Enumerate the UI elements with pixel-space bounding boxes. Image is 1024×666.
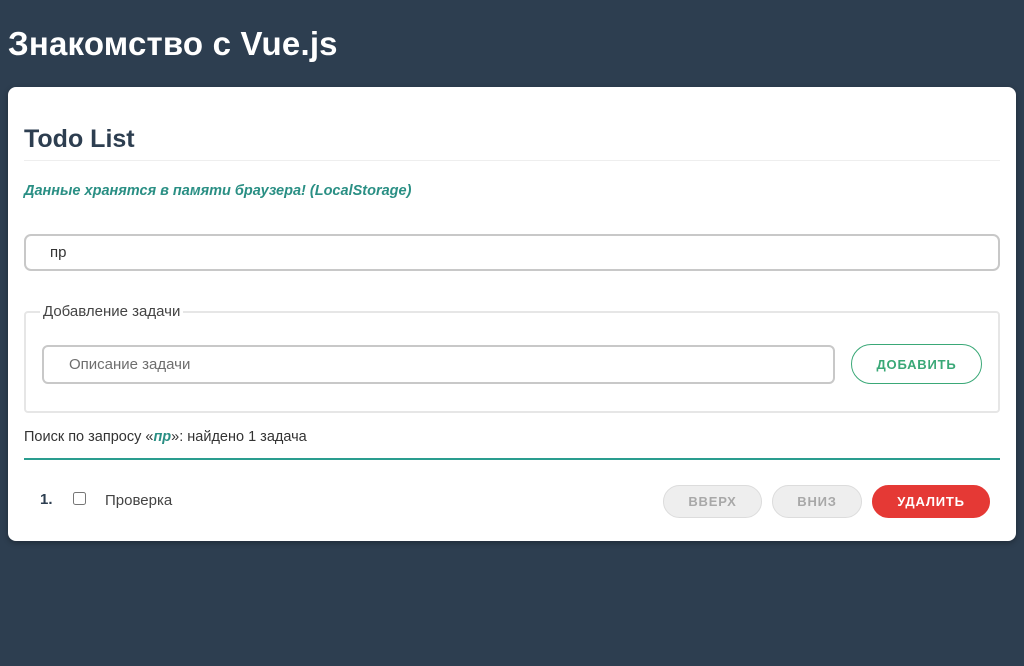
- add-task-button[interactable]: ДОБАВИТЬ: [851, 344, 982, 384]
- page-title: Знакомство с Vue.js: [8, 25, 338, 62]
- search-result-text: Поиск по запросу «пр»: найдено 1 задача: [24, 429, 307, 445]
- search-input[interactable]: [24, 234, 1000, 271]
- search-result-query: пр: [153, 429, 172, 445]
- add-task-fieldset: Добавление задачи ДОБАВИТЬ: [24, 303, 1000, 413]
- card-title: Todo List: [24, 125, 135, 153]
- move-down-button[interactable]: ВНИЗ: [772, 485, 862, 518]
- task-description-input[interactable]: [42, 345, 835, 384]
- storage-note: Данные хранятся в памяти браузера! (Loca…: [24, 183, 412, 199]
- todo-item: 1. Проверка ВВЕРХ ВНИЗ УДАЛИТЬ: [24, 480, 1000, 520]
- todo-text: Проверка: [105, 492, 173, 509]
- title-divider: [24, 160, 1000, 161]
- move-up-button[interactable]: ВВЕРХ: [663, 485, 762, 518]
- search-result-suffix: »: найдено 1 задача: [171, 429, 307, 445]
- todo-number: 1.: [40, 491, 53, 508]
- delete-button[interactable]: УДАЛИТЬ: [872, 485, 990, 518]
- todo-card: Todo List Данные хранятся в памяти брауз…: [8, 87, 1016, 541]
- todo-checkbox[interactable]: [73, 492, 86, 505]
- result-divider: [24, 458, 1000, 460]
- add-task-legend: Добавление задачи: [43, 303, 181, 320]
- search-result-prefix: Поиск по запросу «: [24, 429, 154, 445]
